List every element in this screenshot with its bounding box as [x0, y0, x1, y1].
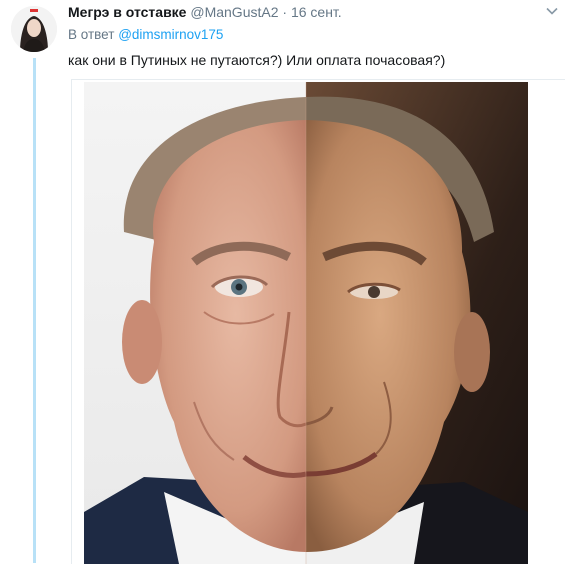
reply-context: В ответ @dimsmirnov175 — [68, 27, 223, 42]
avatar-image — [11, 6, 57, 52]
chevron-down-icon[interactable] — [545, 4, 559, 18]
tweet-text: как они в Путиных не путаются?) Или опла… — [68, 52, 446, 68]
tweet-header: Мегрэ в отставке @ManGustA2 · 16 сент. — [68, 3, 539, 21]
reply-prefix: В ответ — [68, 27, 115, 42]
tweet-photo[interactable] — [84, 82, 528, 564]
separator-dot: · — [282, 4, 288, 20]
author-name[interactable]: Мегрэ в отставке — [68, 4, 186, 20]
media-container[interactable] — [71, 79, 565, 564]
thread-line — [33, 58, 36, 563]
author-handle[interactable]: @ManGustA2 — [190, 4, 278, 20]
avatar[interactable] — [11, 6, 57, 52]
reply-mention-link[interactable]: @dimsmirnov175 — [118, 27, 223, 42]
timestamp[interactable]: 16 сент. — [291, 4, 342, 20]
